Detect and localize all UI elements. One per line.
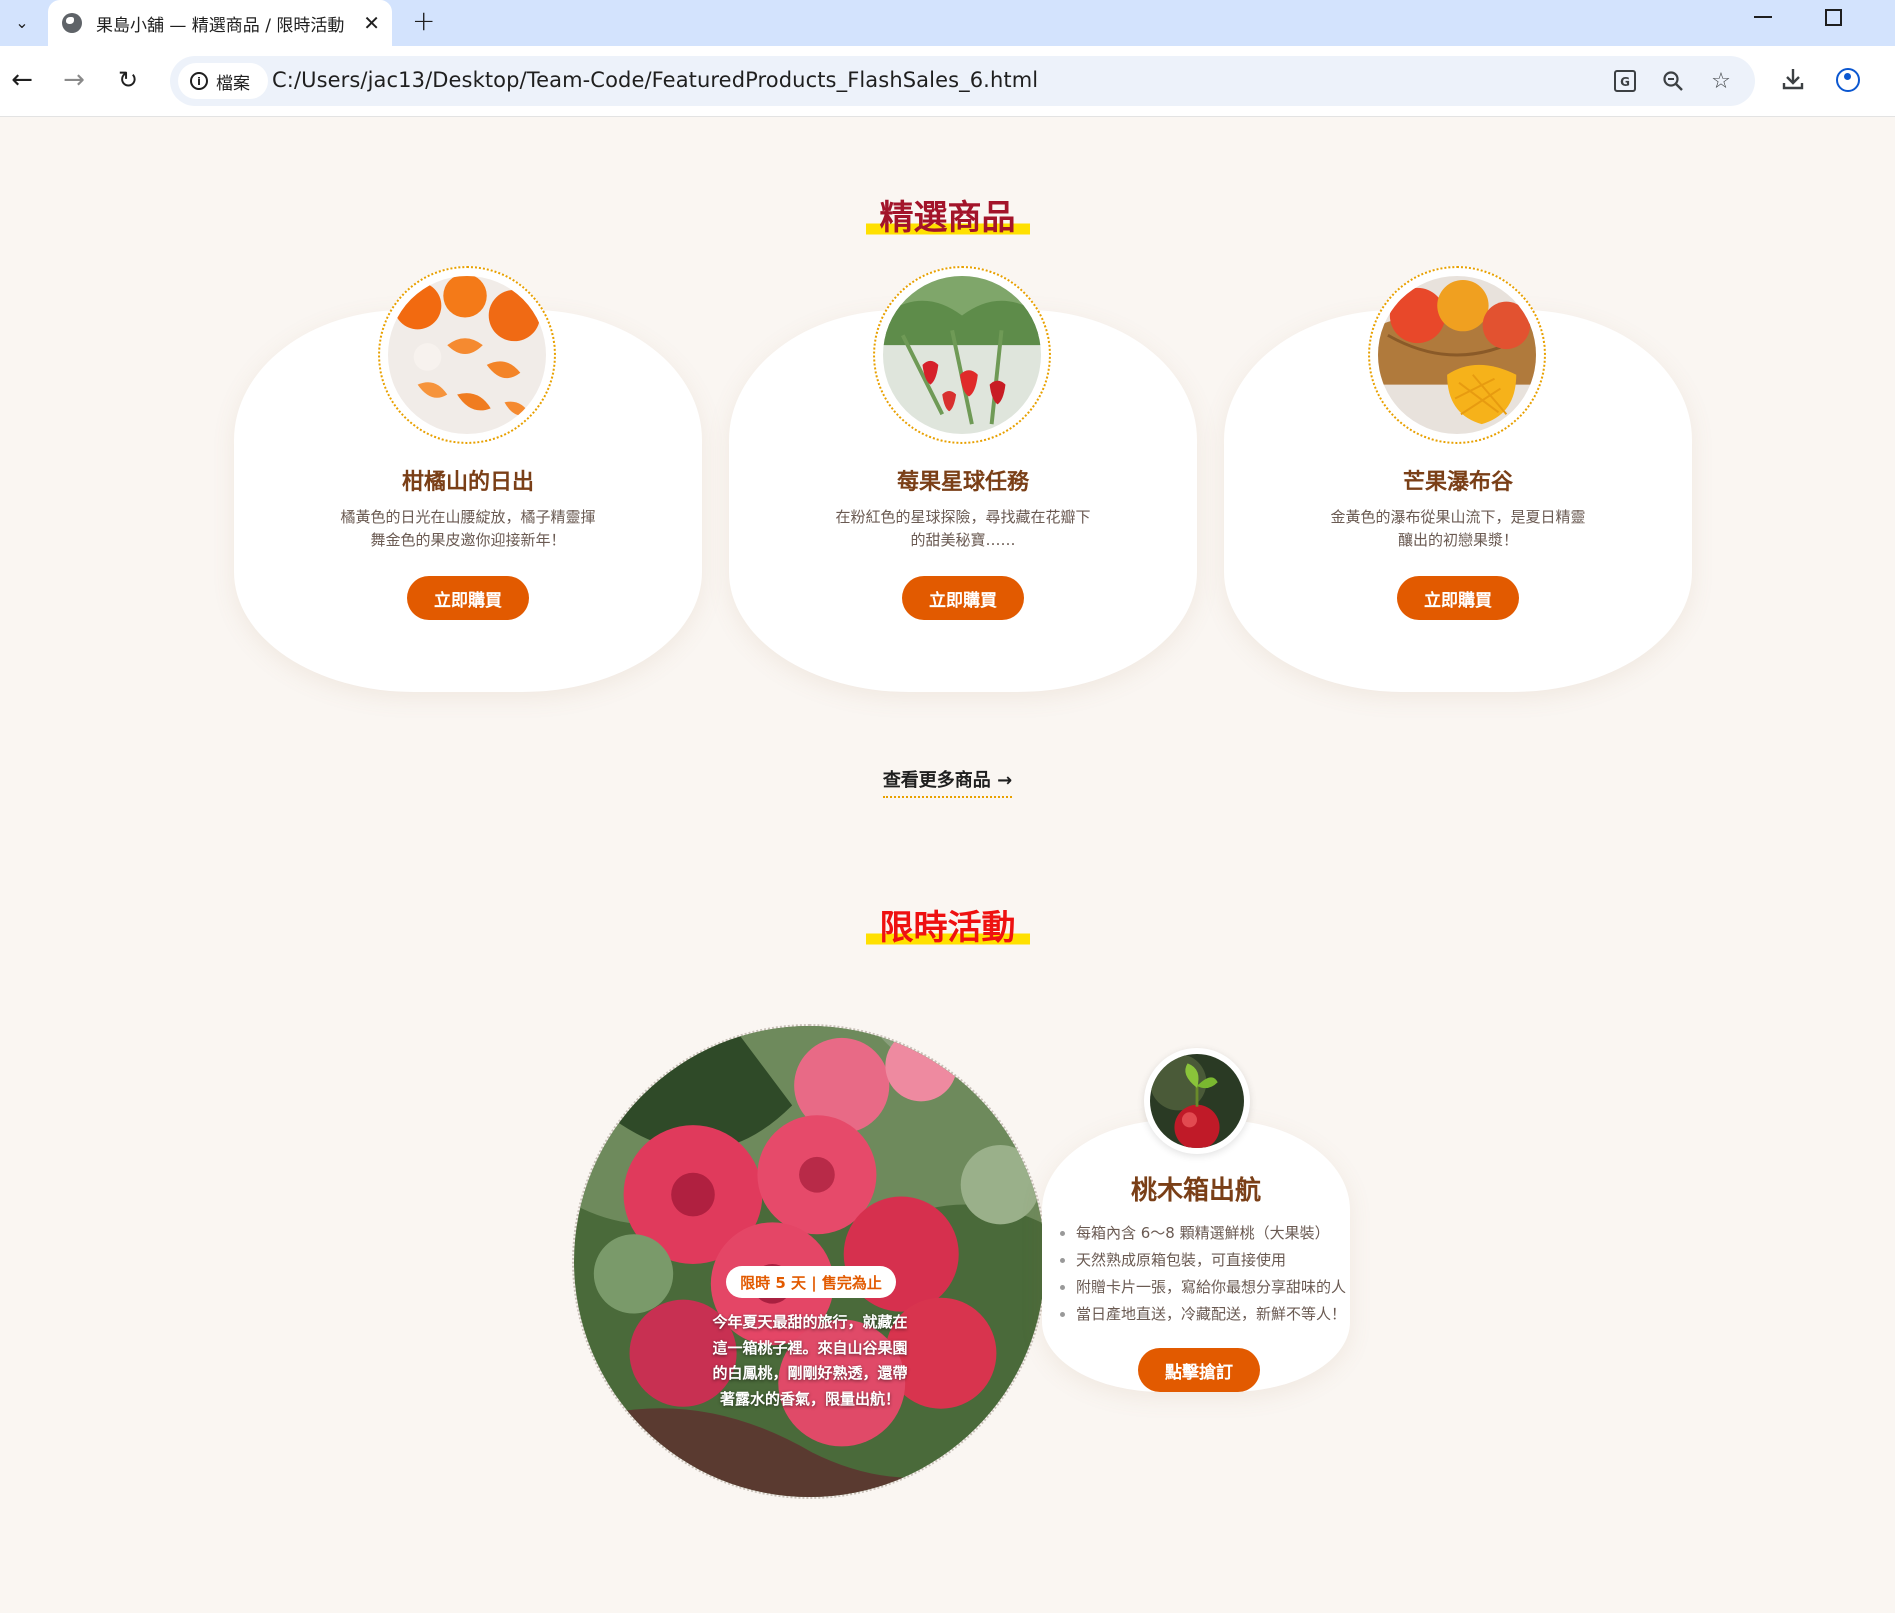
bookmark-star-icon[interactable]: ☆ — [1708, 68, 1734, 94]
flash-product-thumbnail — [1144, 1048, 1250, 1154]
browser-tab-strip: ⌄ 果島小舖 — 精選商品 / 限時活動 ✕ + — [0, 0, 1895, 46]
view-more-products-link: 查看更多商品 → — [0, 766, 1895, 798]
close-tab-icon[interactable]: ✕ — [363, 11, 380, 35]
product-card: 芒果瀑布谷 金黃色的瀑布從果山流下，是夏日精靈釀出的初戀果漿！ 立即購買 — [1224, 266, 1692, 692]
product-image — [873, 266, 1051, 444]
product-image — [378, 266, 556, 444]
site-chip-label: 檔案 — [216, 73, 250, 94]
globe-icon — [62, 13, 82, 33]
product-card: 莓果星球任務 在粉紅色的星球探險，尋找藏在花瓣下的甜美秘寶…… 立即購買 — [729, 266, 1197, 692]
browser-tab[interactable]: 果島小舖 — 精選商品 / 限時活動 ✕ — [48, 0, 392, 46]
feature-item: 附贈卡片一張，寫給你最想分享甜味的人 — [1076, 1274, 1346, 1301]
site-info-chip[interactable]: i 檔案 — [178, 63, 268, 99]
product-image — [1368, 266, 1546, 444]
minimize-window-icon[interactable] — [1754, 16, 1772, 18]
product-name: 莓果星球任務 — [896, 470, 1029, 495]
feature-list: 每箱內含 6～8 顆精選鮮桃（大果裝） 天然熟成原箱包裝，可直接使用 附贈卡片一… — [1060, 1220, 1346, 1328]
profile-icon[interactable] — [1836, 68, 1860, 92]
featured-section-title: 精選商品 — [0, 196, 1895, 240]
address-bar[interactable]: i 檔案 C:/Users/jac13/Desktop/Team-Code/Fe… — [170, 56, 1755, 106]
reload-icon[interactable]: ↻ — [110, 62, 146, 98]
product-description: 橘黃色的日光在山腰綻放，橘子精靈揮舞金色的果皮邀你迎接新年！ — [340, 508, 596, 549]
product-name: 芒果瀑布谷 — [1402, 470, 1513, 495]
browser-toolbar: ← → ↻ i 檔案 C:/Users/jac13/Desktop/Team-C… — [0, 46, 1895, 117]
download-icon[interactable] — [1780, 66, 1806, 99]
order-now-button[interactable]: 點擊搶訂 — [1138, 1348, 1260, 1392]
feature-item: 每箱內含 6～8 顆精選鮮桃（大果裝） — [1076, 1220, 1346, 1247]
tangerine-photo-icon — [388, 276, 546, 434]
view-more-link-text[interactable]: 查看更多商品 → — [882, 766, 1013, 798]
buy-now-button[interactable]: 立即購買 — [407, 576, 529, 620]
back-arrow-icon[interactable]: ← — [4, 62, 40, 98]
forward-arrow-icon[interactable]: → — [56, 62, 92, 98]
strawberry-photo-icon — [883, 276, 1041, 434]
info-icon: i — [190, 72, 208, 90]
new-tab-icon[interactable]: + — [412, 4, 435, 37]
zoom-icon[interactable] — [1660, 68, 1686, 94]
flash-hero-image: 限時 5 天 | 售完為止 今年夏天最甜的旅行，就藏在這一箱桃子裡。來自山谷果園… — [572, 1024, 1047, 1499]
product-card: 柑橘山的日出 橘黃色的日光在山腰綻放，橘子精靈揮舞金色的果皮邀你迎接新年！ 立即… — [234, 266, 702, 692]
feature-item: 天然熟成原箱包裝，可直接使用 — [1076, 1247, 1346, 1274]
mango-photo-icon — [1378, 276, 1536, 434]
flash-section-title: 限時活動 — [0, 906, 1895, 950]
flash-sale-block: 限時 5 天 | 售完為止 今年夏天最甜的旅行，就藏在這一箱桃子裡。來自山谷果園… — [572, 1020, 1362, 1499]
limited-time-badge: 限時 5 天 | 售完為止 — [726, 1266, 896, 1298]
feature-item: 當日產地直送，冷藏配送，新鮮不等人！ — [1076, 1301, 1346, 1328]
product-name: 柑橘山的日出 — [401, 470, 534, 495]
flash-story-text: 今年夏天最甜的旅行，就藏在這一箱桃子裡。來自山谷果園的白鳳桃，剛剛好熟透，還帶著… — [712, 1313, 908, 1408]
buy-now-button[interactable]: 立即購買 — [1397, 576, 1519, 620]
url-text[interactable]: C:/Users/jac13/Desktop/Team-Code/Feature… — [272, 68, 1038, 92]
flash-product-card: 桃木箱出航 每箱內含 6～8 顆精選鮮桃（大果裝） 天然熟成原箱包裝，可直接使用… — [1042, 1048, 1350, 1392]
product-description: 金黃色的瀑布從果山流下，是夏日精靈釀出的初戀果漿！ — [1330, 508, 1586, 549]
product-description: 在粉紅色的星球探險，尋找藏在花瓣下的甜美秘寶…… — [835, 508, 1091, 549]
peach-seedling-photo-icon — [1150, 1054, 1244, 1148]
wax-apple-photo-icon — [574, 1026, 1045, 1497]
maximize-window-icon[interactable] — [1825, 9, 1842, 26]
translate-icon[interactable]: G — [1612, 68, 1638, 94]
tab-search-chevron-icon[interactable]: ⌄ — [6, 6, 38, 38]
buy-now-button[interactable]: 立即購買 — [902, 576, 1024, 620]
flash-product-name: 桃木箱出航 — [1130, 1176, 1261, 1206]
tab-title: 果島小舖 — 精選商品 / 限時活動 — [96, 15, 345, 36]
